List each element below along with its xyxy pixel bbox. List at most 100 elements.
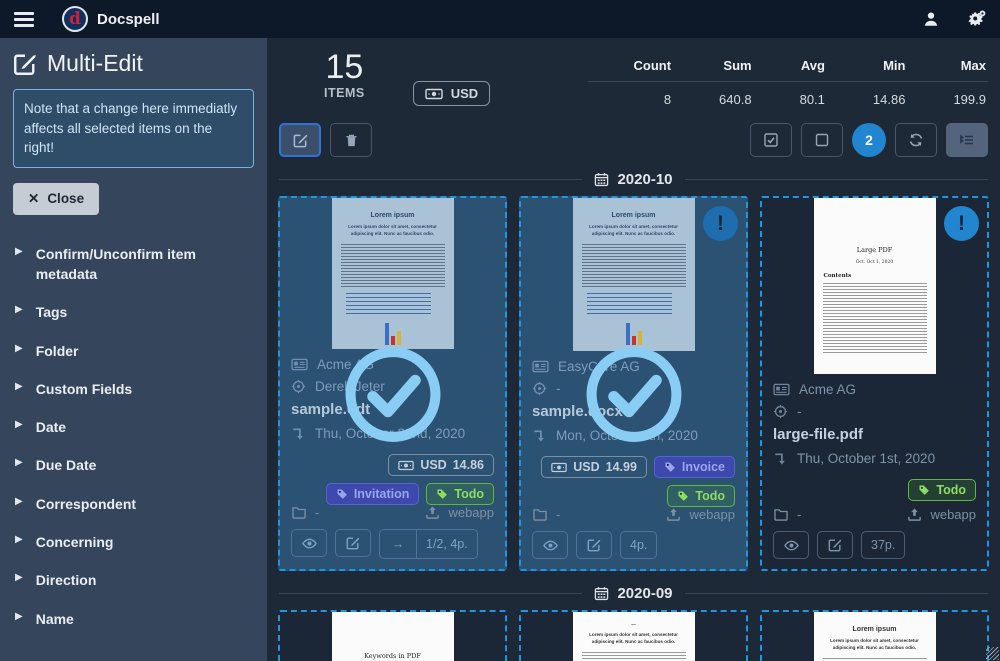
refresh-button[interactable] <box>895 123 937 157</box>
calendar-icon <box>594 172 609 187</box>
eye-icon <box>784 538 799 553</box>
correspondent-name: Acme AG <box>317 357 374 372</box>
money-icon <box>398 460 414 471</box>
accordion-item-confirm[interactable]: ▶ Confirm/Unconfirm item metadata <box>13 235 254 294</box>
folder-icon <box>532 508 548 521</box>
top-navbar: d Docspell <box>0 0 1000 38</box>
month-label: 2020-10 <box>617 171 672 188</box>
menu-icon[interactable] <box>14 12 34 27</box>
page-count: 37p. <box>861 531 905 559</box>
caret-right-icon: ▶ <box>15 417 23 433</box>
concerning-name: Derek Jeter <box>315 379 385 394</box>
accordion-item-name[interactable]: ▶ Name <box>13 600 254 638</box>
date-arrow-icon <box>773 451 788 466</box>
accordion-item-direction[interactable]: ▶ Direction <box>13 561 254 599</box>
address-card-icon <box>532 360 549 373</box>
caret-right-icon: ▶ <box>15 341 23 357</box>
edit-icon <box>828 538 842 552</box>
edit-item-button[interactable] <box>335 529 371 557</box>
resize-grip[interactable] <box>986 647 999 660</box>
stat-sum: 640.8 <box>673 82 754 108</box>
tag-icon <box>436 488 448 500</box>
multi-edit-sidebar: Multi-Edit Note that a change here immed… <box>0 38 267 661</box>
multi-edit-toggle-button[interactable] <box>279 123 321 157</box>
selected-count-badge[interactable]: 2 <box>852 123 886 157</box>
delete-button[interactable] <box>330 123 372 157</box>
close-button[interactable]: ✕ Close <box>13 183 99 215</box>
accordion-item-correspondent[interactable]: ▶ Correspondent <box>13 485 254 523</box>
upload-icon <box>907 507 922 522</box>
address-card-icon <box>773 383 790 396</box>
item-date: Thu, October 22nd, 2020 <box>315 426 465 441</box>
app-brand[interactable]: d Docspell <box>62 6 160 32</box>
item-card[interactable]: Lorem ipsum Lorem ipsum dolor sit amet, … <box>760 610 989 661</box>
month-label: 2020-09 <box>617 585 672 602</box>
caret-right-icon: ▶ <box>15 455 23 471</box>
item-list: 2020-10 Lorem ipsum Lorem ipsum dolor si… <box>267 157 1000 661</box>
accordion-item-concerning[interactable]: ▶ Concerning <box>13 523 254 561</box>
preview-button[interactable] <box>532 531 568 559</box>
folder-icon <box>773 508 789 521</box>
item-title: sample.docx <box>532 403 735 420</box>
caret-right-icon: ▶ <box>15 570 23 586</box>
upload-icon <box>666 507 681 522</box>
docspell-logo-icon: d <box>62 6 88 32</box>
select-all-button[interactable] <box>750 123 792 157</box>
date-arrow-icon <box>291 426 306 441</box>
item-title: sample.odt <box>291 401 494 418</box>
item-count: 15 <box>324 50 365 86</box>
concerning-name: - <box>556 381 561 396</box>
folder-label: - <box>315 505 319 520</box>
cogs-icon[interactable] <box>966 10 986 28</box>
sidebar-title: Multi-Edit <box>47 50 143 77</box>
eye-icon <box>543 538 558 553</box>
accordion-item-date[interactable]: ▶ Date <box>13 408 254 446</box>
caret-right-icon: ▶ <box>15 494 23 510</box>
item-card[interactable]: — Lorem ipsum dolor sit amet, consectetu… <box>519 610 748 661</box>
preview-button[interactable] <box>291 529 327 557</box>
stat-avg: 80.1 <box>754 82 827 108</box>
caret-right-icon: ▶ <box>15 609 23 625</box>
preview-button[interactable] <box>773 531 809 559</box>
tag-badge[interactable]: Todo <box>908 479 976 501</box>
currency-badge: USD <box>413 81 490 106</box>
document-thumbnail: Keywords in PDF — <box>280 612 505 661</box>
arrow-right-icon: → <box>392 537 405 551</box>
tag-badge[interactable]: Todo <box>667 485 735 507</box>
crosshair-icon <box>773 404 788 419</box>
accordion-item-folder[interactable]: ▶ Folder <box>13 332 254 370</box>
tag-badge[interactable]: Todo <box>426 483 494 505</box>
exclamation-icon: ! <box>944 206 979 241</box>
item-card-sample-odt[interactable]: Lorem ipsum Lorem ipsum dolor sit amet, … <box>278 196 507 571</box>
month-header: 2020-10 <box>279 171 988 188</box>
money-icon <box>551 462 567 473</box>
folder-icon <box>291 506 307 519</box>
item-card-sample-docx[interactable]: Lorem ipsum Lorem ipsum dolor sit amet, … <box>519 196 748 571</box>
accordion-item-due-date[interactable]: ▶ Due Date <box>13 446 254 484</box>
stat-count: 8 <box>588 82 674 108</box>
tag-badge[interactable]: Invitation <box>326 483 420 505</box>
item-title: large-file.pdf <box>773 426 976 443</box>
concerning-name: - <box>797 404 802 419</box>
caret-right-icon: ▶ <box>15 302 23 318</box>
document-thumbnail: — Lorem ipsum dolor sit amet, consectetu… <box>521 612 746 661</box>
select-none-button[interactable] <box>801 123 843 157</box>
edit-item-button[interactable] <box>817 531 853 559</box>
exclamation-icon: ! <box>703 206 738 241</box>
list-view-button[interactable] <box>946 123 988 157</box>
amount-badge: USD14.86 <box>388 454 494 476</box>
tag-badge[interactable]: Invoice <box>654 456 735 478</box>
stats-table: Count Sum Avg Min Max 8 640.8 80.1 14.86… <box>588 52 989 107</box>
tag-icon <box>336 488 348 500</box>
money-icon <box>425 88 443 100</box>
document-thumbnail: Lorem ipsum Lorem ipsum dolor sit amet, … <box>762 612 987 661</box>
items-toolbar: 2 <box>279 123 988 157</box>
next-attachment-button[interactable]: → <box>380 530 416 558</box>
item-card-large-file-pdf[interactable]: Large PDF Oct. Oct 1, 2020 Contents Acme… <box>760 196 989 571</box>
edit-item-button[interactable] <box>576 531 612 559</box>
accordion-item-custom-fields[interactable]: ▶ Custom Fields <box>13 370 254 408</box>
item-card[interactable]: Keywords in PDF — <box>278 610 507 661</box>
accordion-item-tags[interactable]: ▶ Tags <box>13 293 254 331</box>
user-icon[interactable] <box>922 10 940 28</box>
thumbnail-chart <box>332 319 454 345</box>
